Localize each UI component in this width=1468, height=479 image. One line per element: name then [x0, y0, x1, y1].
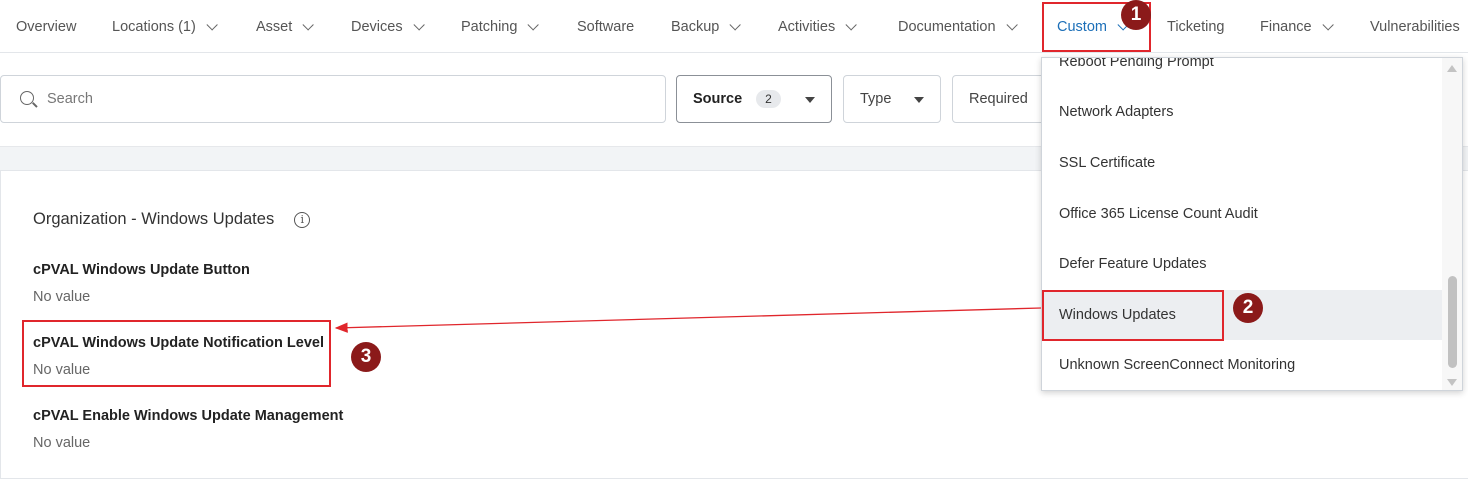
tab-locations[interactable]: Locations (1)	[112, 0, 218, 53]
menu-item-reboot-pending-prompt[interactable]: Reboot Pending Prompt	[1042, 57, 1442, 87]
tab-backup[interactable]: Backup	[671, 0, 742, 53]
field-label: cPVAL Enable Windows Update Management	[33, 408, 344, 424]
tab-label: Activities	[778, 18, 836, 35]
tab-activities[interactable]: Activities	[778, 0, 857, 53]
tab-custom[interactable]: Custom	[1057, 0, 1129, 53]
chevron-down-icon	[1005, 18, 1018, 31]
type-filter-label: Type	[860, 91, 892, 107]
menu-item-label: Defer Feature Updates	[1059, 256, 1207, 272]
scroll-up-arrow-icon[interactable]	[1447, 65, 1457, 72]
tab-label: Software	[577, 18, 635, 35]
tab-documentation[interactable]: Documentation	[898, 0, 1018, 53]
required-filter-label: Required	[969, 91, 1028, 107]
tab-label: Custom	[1057, 18, 1107, 35]
type-filter[interactable]: Type	[843, 75, 941, 123]
tab-devices[interactable]: Devices	[351, 0, 425, 53]
section-title-text: Organization - Windows Updates	[33, 210, 275, 228]
search-input[interactable]	[47, 91, 627, 107]
annotation-marker: 3	[351, 342, 381, 372]
search-icon	[20, 91, 34, 105]
tab-ticketing[interactable]: Ticketing	[1167, 0, 1224, 53]
tab-finance[interactable]: Finance	[1260, 0, 1334, 53]
menu-item-unknown-screenconnect-monitoring[interactable]: Unknown ScreenConnect Monitoring	[1042, 340, 1442, 390]
chevron-down-icon	[206, 18, 218, 31]
menu-item-label: Office 365 License Count Audit	[1059, 206, 1258, 222]
chevron-down-icon	[527, 18, 540, 31]
chevron-down-icon	[413, 18, 425, 31]
section-title: Organization - Windows Updates i	[33, 210, 311, 229]
annotation-marker: 1	[1121, 0, 1151, 30]
menu-item-label: Unknown ScreenConnect Monitoring	[1059, 357, 1296, 373]
tab-software[interactable]: Software	[577, 0, 634, 53]
caret-down-icon	[914, 97, 924, 103]
tab-label: Finance	[1260, 18, 1312, 35]
tab-patching[interactable]: Patching	[461, 0, 540, 53]
menu-item-office-365-license-count-audit[interactable]: Office 365 License Count Audit	[1042, 189, 1442, 239]
tab-label: Patching	[461, 18, 518, 35]
tab-label: Vulnerabilities	[1370, 18, 1460, 35]
scroll-down-arrow-icon[interactable]	[1447, 379, 1457, 386]
menu-item-label: Windows Updates	[1059, 307, 1176, 323]
custom-dropdown-menu: Reboot Pending Prompt Network Adapters S…	[1041, 57, 1463, 391]
chevron-down-icon	[1322, 18, 1334, 31]
menu-item-label: Network Adapters	[1059, 104, 1174, 120]
annotation-marker: 2	[1233, 293, 1263, 323]
menu-item-label: Reboot Pending Prompt	[1059, 57, 1214, 70]
tab-asset[interactable]: Asset	[256, 0, 315, 53]
tab-label: Documentation	[898, 18, 996, 35]
chevron-down-icon	[845, 18, 857, 31]
chevron-down-icon	[302, 18, 315, 31]
info-icon[interactable]: i	[294, 211, 311, 228]
tab-label: Backup	[671, 18, 720, 35]
search-box	[0, 75, 666, 123]
tab-overview[interactable]: Overview	[16, 0, 76, 53]
caret-down-icon	[805, 97, 815, 103]
menu-item-label: SSL Certificate	[1059, 155, 1156, 171]
field-value: No value	[33, 362, 91, 378]
dropdown-scrollbar[interactable]	[1442, 58, 1462, 390]
field-label: cPVAL Windows Update Button	[33, 262, 250, 278]
source-filter-label: Source	[693, 91, 743, 107]
source-count-badge: 2	[756, 90, 781, 108]
menu-item-ssl-certificate[interactable]: SSL Certificate	[1042, 138, 1442, 188]
source-filter[interactable]: Source 2	[676, 75, 832, 123]
tab-bar: Overview Locations (1) Asset Devices Pat…	[0, 0, 1468, 53]
field-value: No value	[33, 435, 91, 451]
menu-item-defer-feature-updates[interactable]: Defer Feature Updates	[1042, 239, 1442, 289]
field-label: cPVAL Windows Update Notification Level	[33, 335, 324, 351]
field-value: No value	[33, 289, 91, 305]
chevron-down-icon	[729, 18, 742, 31]
scrollbar-thumb[interactable]	[1448, 276, 1457, 368]
tab-label: Ticketing	[1167, 18, 1225, 35]
tab-vulnerabilities[interactable]: Vulnerabilities	[1370, 0, 1460, 53]
tab-label: Locations (1)	[112, 18, 196, 35]
menu-item-network-adapters[interactable]: Network Adapters	[1042, 87, 1442, 137]
tab-label: Devices	[351, 18, 403, 35]
tab-label: Overview	[16, 18, 77, 35]
tab-label: Asset	[256, 18, 293, 35]
